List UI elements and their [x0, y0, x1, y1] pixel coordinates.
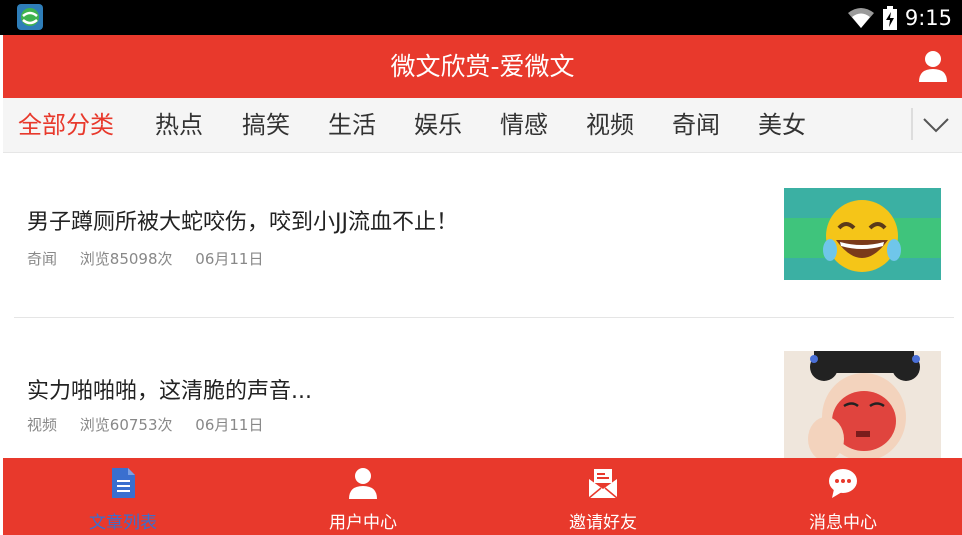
article-title[interactable]: 实力啪啪啪，这清脆的声音... [27, 373, 312, 405]
article-thumbnail[interactable] [784, 351, 941, 461]
tab-article-list[interactable]: 文章列表 [3, 458, 243, 535]
status-time: 9:15 [904, 5, 952, 30]
tab-label: 用户中心 [329, 513, 397, 533]
article-title[interactable]: 男子蹲厕所被大蛇咬伤，咬到小JJ流血不止！ [27, 204, 458, 236]
app-notification-icon [17, 4, 43, 30]
mail-invite-icon [588, 467, 618, 499]
status-bar: 9:15 [0, 0, 962, 35]
tab-invite-friends[interactable]: 邀请好友 [483, 458, 723, 535]
tab-category-video[interactable]: 视频 [586, 98, 634, 152]
article-category: 奇闻 [27, 250, 58, 268]
tab-label: 消息中心 [809, 513, 877, 533]
tab-category-emotion[interactable]: 情感 [500, 98, 548, 152]
article-date: 06月11日 [195, 250, 264, 268]
article-list-item[interactable]: 男子蹲厕所被大蛇咬伤，咬到小JJ流血不止！ 奇闻 浏览85098次 06月11日 [3, 153, 962, 317]
article-thumbnail[interactable] [784, 188, 941, 280]
article-list-item[interactable]: 实力啪啪啪，这清脆的声音... 视频 浏览60753次 06月11日 [3, 318, 962, 461]
document-icon [108, 467, 138, 499]
article-views: 浏览60753次 [79, 416, 173, 434]
app-title: 微文欣赏-爱微文 [390, 52, 575, 81]
article-meta: 视频 浏览60753次 06月11日 [27, 414, 281, 435]
tab-category-funny[interactable]: 搞笑 [242, 98, 290, 152]
tab-label: 邀请好友 [569, 513, 637, 533]
article-views: 浏览85098次 [79, 250, 173, 268]
tab-message-center[interactable]: 消息中心 [723, 458, 962, 535]
article-meta: 奇闻 浏览85098次 06月11日 [27, 248, 281, 269]
tab-category-life[interactable]: 生活 [328, 98, 376, 152]
divider [911, 108, 913, 140]
user-icon[interactable] [916, 49, 950, 83]
chevron-down-icon[interactable] [921, 110, 951, 140]
tab-category-beauty[interactable]: 美女 [758, 98, 806, 152]
tab-category-entertainment[interactable]: 娱乐 [414, 98, 462, 152]
tab-category-all[interactable]: 全部分类 [18, 98, 114, 152]
tab-label: 文章列表 [89, 513, 157, 533]
tab-user-center[interactable]: 用户中心 [243, 458, 483, 535]
bottom-navigation: 文章列表 用户中心 邀请好友 消息中心 [3, 458, 962, 535]
tab-category-hot[interactable]: 热点 [155, 98, 203, 152]
user-icon [348, 467, 378, 499]
article-date: 06月11日 [195, 416, 264, 434]
battery-charging-icon [882, 5, 897, 30]
chat-bubble-icon [828, 467, 858, 499]
app-bar: 微文欣赏-爱微文 [3, 35, 962, 98]
article-category: 视频 [27, 416, 58, 434]
category-tabs: 全部分类 热点 搞笑 生活 娱乐 情感 视频 奇闻 美女 [3, 98, 962, 153]
wifi-icon [847, 7, 874, 28]
tab-category-oddities[interactable]: 奇闻 [672, 98, 720, 152]
